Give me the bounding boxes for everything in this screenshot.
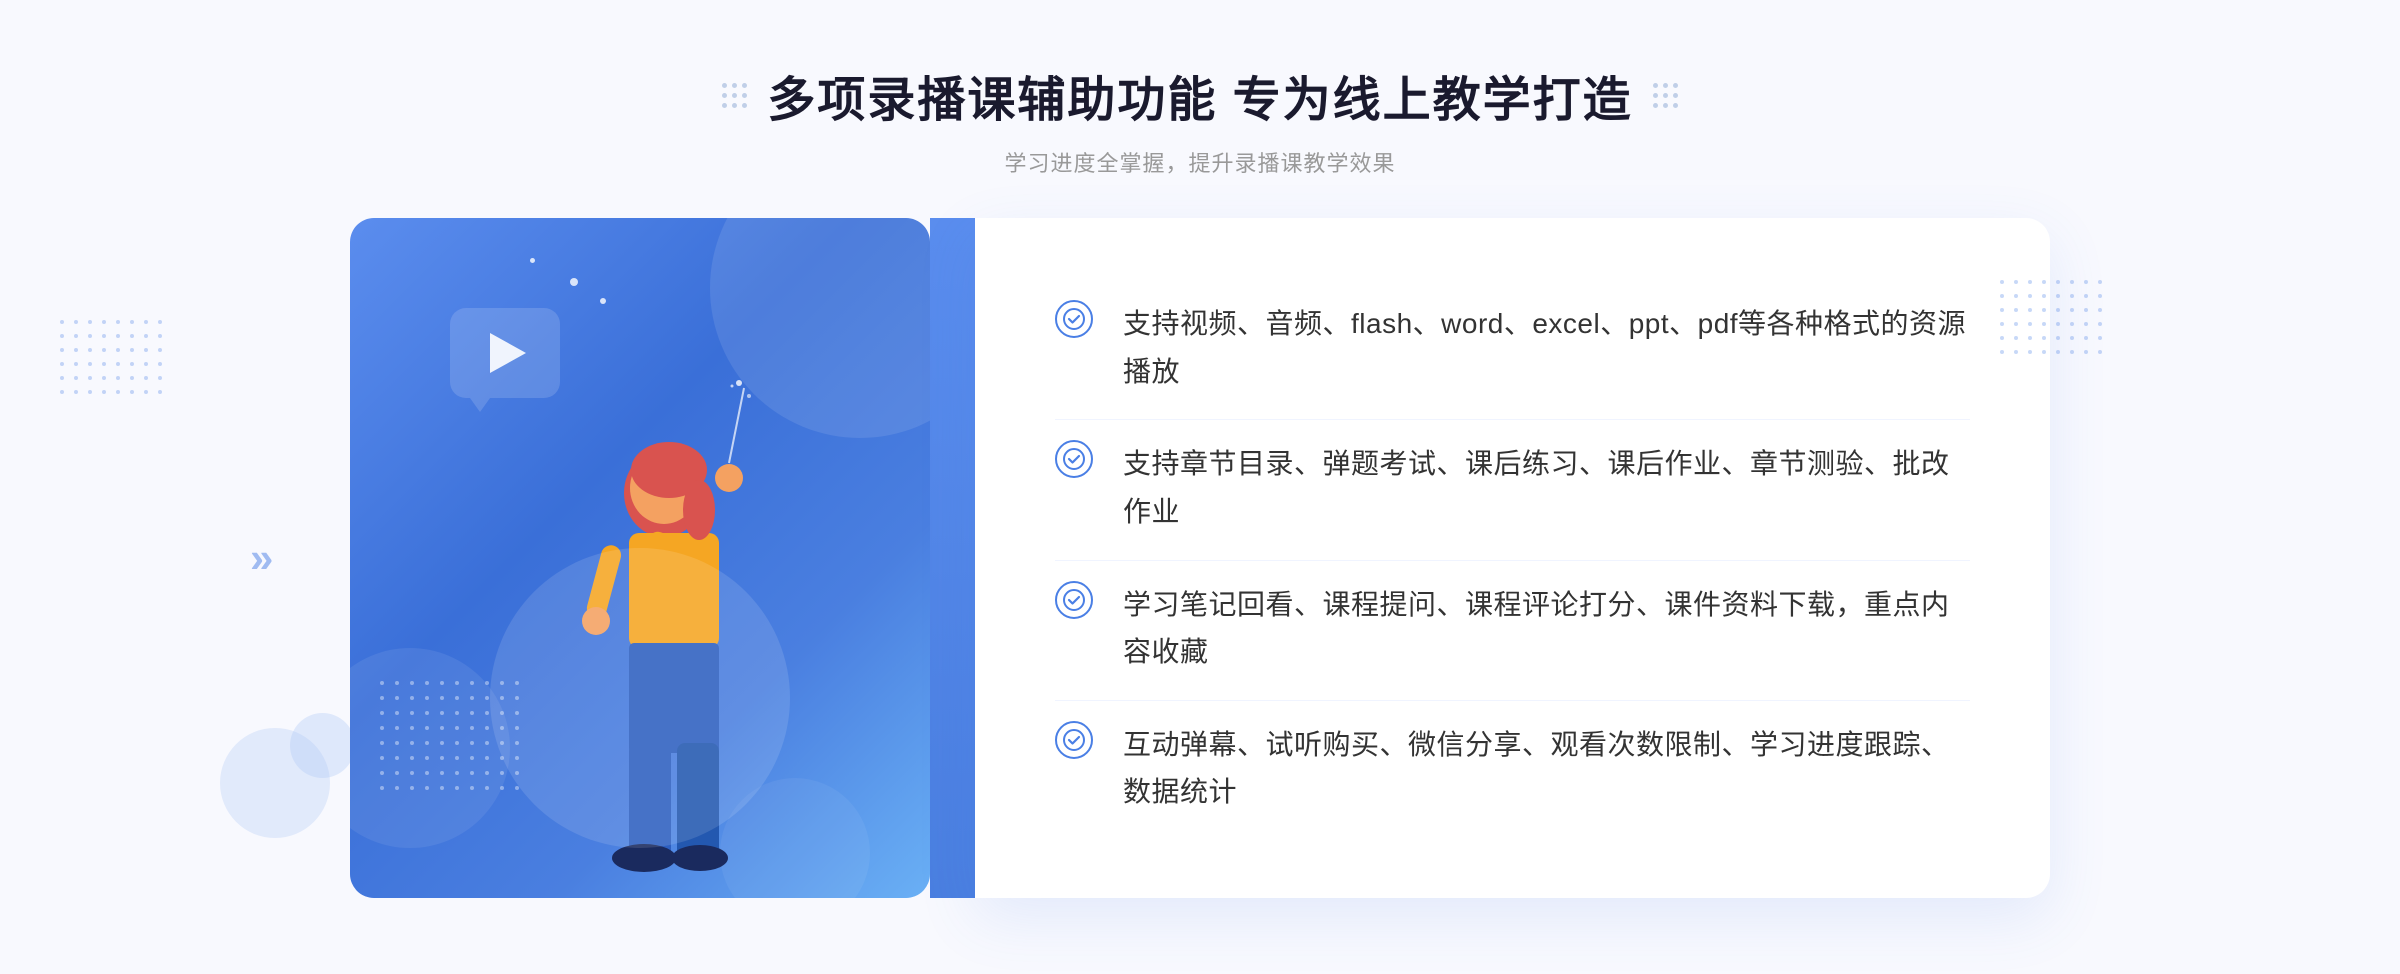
header-dot xyxy=(742,83,747,88)
check-icon-3 xyxy=(1063,589,1085,611)
feature-item-2: 支持章节目录、弹题考试、课后练习、课后作业、章节测验、批改作业 xyxy=(1055,419,1970,555)
feature-item-3: 学习笔记回看、课程提问、课程评论打分、课件资料下载，重点内容收藏 xyxy=(1055,560,1970,696)
header-dot xyxy=(1653,83,1658,88)
feature-text-3: 学习笔记回看、课程提问、课程评论打分、课件资料下载，重点内容收藏 xyxy=(1123,581,1970,676)
header-dot xyxy=(1653,103,1658,108)
header-dot xyxy=(1663,103,1668,108)
main-title: 多项录播课辅助功能 专为线上教学打造 xyxy=(767,60,1632,130)
feature-item-4: 互动弹幕、试听购买、微信分享、观看次数限制、学习进度跟踪、数据统计 xyxy=(1055,700,1970,836)
check-icon-4 xyxy=(1063,729,1085,751)
dots-decoration-left xyxy=(60,320,180,440)
check-circle-2 xyxy=(1055,440,1093,478)
circle-decoration-2 xyxy=(290,713,355,778)
header-section: 多项录播课辅助功能 专为线上教学打造 学习进度全 xyxy=(722,60,1677,178)
header-dot xyxy=(1663,93,1668,98)
feature-text-1: 支持视频、音频、flash、word、excel、ppt、pdf等各种格式的资源… xyxy=(1123,300,1970,395)
page-container: 多项录播课辅助功能 专为线上教学打造 学习进度全 xyxy=(0,0,2400,974)
header-dot xyxy=(732,83,737,88)
feature-text-2: 支持章节目录、弹题考试、课后练习、课后作业、章节测验、批改作业 xyxy=(1123,440,1970,535)
header-dot xyxy=(722,103,727,108)
check-icon-2 xyxy=(1063,448,1085,470)
header-dot xyxy=(742,93,747,98)
right-panel: 支持视频、音频、flash、word、excel、ppt、pdf等各种格式的资源… xyxy=(975,218,2050,898)
subtitle: 学习进度全掌握，提升录播课教学效果 xyxy=(722,146,1677,178)
header-dot xyxy=(722,83,727,88)
header-dot xyxy=(1673,103,1678,108)
check-circle-4 xyxy=(1055,721,1093,759)
feature-text-4: 互动弹幕、试听购买、微信分享、观看次数限制、学习进度跟踪、数据统计 xyxy=(1123,721,1970,816)
connector-bar xyxy=(930,218,975,898)
sparkle-1 xyxy=(570,278,578,286)
header-dot xyxy=(1653,93,1658,98)
illustration-container xyxy=(350,218,930,898)
feature-item-1: 支持视频、音频、flash、word、excel、ppt、pdf等各种格式的资源… xyxy=(1055,280,1970,415)
play-icon xyxy=(490,333,526,373)
header-dot xyxy=(732,93,737,98)
header-dots-right xyxy=(1653,83,1678,108)
check-circle-1 xyxy=(1055,300,1093,338)
main-content: » xyxy=(350,218,2050,898)
header-dot xyxy=(722,93,727,98)
header-dot xyxy=(1673,93,1678,98)
sparkle-2 xyxy=(530,258,535,263)
header-dots-left xyxy=(722,83,747,108)
sparkle-3 xyxy=(600,298,606,304)
header-dot xyxy=(1663,83,1668,88)
header-dot xyxy=(732,103,737,108)
chevron-left-icon: » xyxy=(250,534,273,582)
dots-decoration-right xyxy=(2000,280,2120,400)
glow-circle xyxy=(490,548,790,848)
check-circle-3 xyxy=(1055,581,1093,619)
check-icon-1 xyxy=(1063,308,1085,330)
header-dot xyxy=(1673,83,1678,88)
header-dot xyxy=(742,103,747,108)
